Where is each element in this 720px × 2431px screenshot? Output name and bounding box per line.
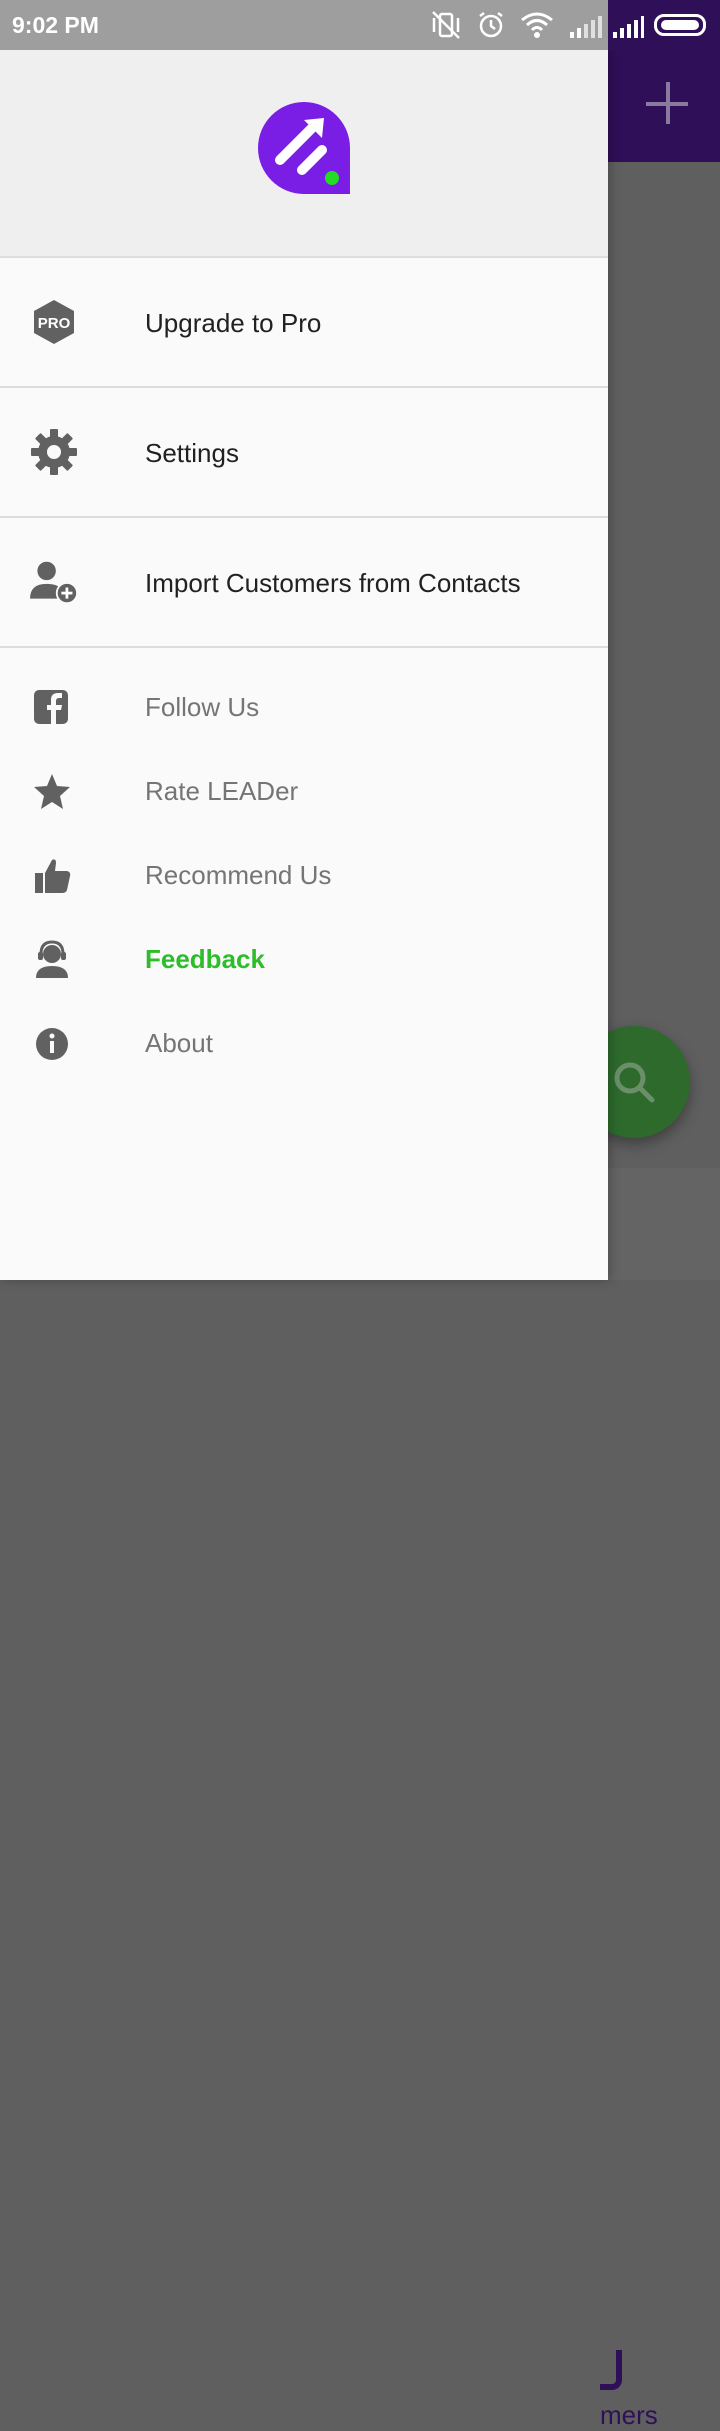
menu-follow-us[interactable]: Follow Us — [0, 666, 608, 750]
wifi-icon — [521, 12, 553, 38]
thumbs-up-icon — [28, 852, 76, 900]
menu-upgrade-to-pro[interactable]: PRO Upgrade to Pro — [0, 258, 608, 386]
status-bar: 9:02 PM — [0, 0, 720, 50]
app-logo-icon — [258, 102, 350, 194]
facebook-icon — [28, 684, 76, 732]
signal-strong-icon — [613, 16, 644, 38]
menu-label: Rate LEADer — [145, 776, 299, 806]
add-icon — [642, 78, 694, 130]
menu-import-customers[interactable]: Import Customers from Contacts — [0, 518, 608, 646]
divider — [0, 646, 608, 648]
search-icon — [614, 1062, 655, 1103]
add-person-icon — [30, 558, 78, 606]
menu-about[interactable]: About — [0, 1002, 608, 1086]
menu-feedback[interactable]: Feedback — [0, 918, 608, 1002]
menu-label: Follow Us — [145, 692, 260, 722]
menu-label: Feedback — [145, 944, 265, 974]
pro-badge-text: PRO — [38, 315, 71, 332]
menu-settings[interactable]: Settings — [0, 388, 608, 516]
menu-label: Upgrade to Pro — [145, 308, 322, 338]
battery-icon — [654, 14, 706, 36]
menu-label: Recommend Us — [145, 860, 332, 890]
menu-rate-leader[interactable]: Rate LEADer — [0, 750, 608, 834]
vibrate-off-icon — [432, 11, 460, 39]
menu-label: Import Customers from Contacts — [145, 568, 521, 598]
status-time: 9:02 PM — [12, 12, 99, 38]
signal-weak-icon — [570, 16, 602, 38]
star-icon — [28, 768, 76, 816]
navigation-drawer: PRO Upgrade to Pro Settings Import Custo… — [0, 50, 608, 1280]
customers-icon — [600, 2350, 622, 2390]
info-icon — [28, 1020, 76, 1068]
pro-badge-icon: PRO — [30, 298, 78, 346]
alarm-icon — [479, 12, 503, 38]
drawer-header — [0, 50, 608, 258]
menu-label: Settings — [145, 438, 239, 468]
headset-person-icon — [28, 936, 76, 984]
gear-icon — [30, 428, 78, 476]
menu-recommend-us[interactable]: Recommend Us — [0, 834, 608, 918]
bottom-tab-label: mers — [600, 2400, 658, 2430]
menu-label: About — [145, 1028, 213, 1058]
